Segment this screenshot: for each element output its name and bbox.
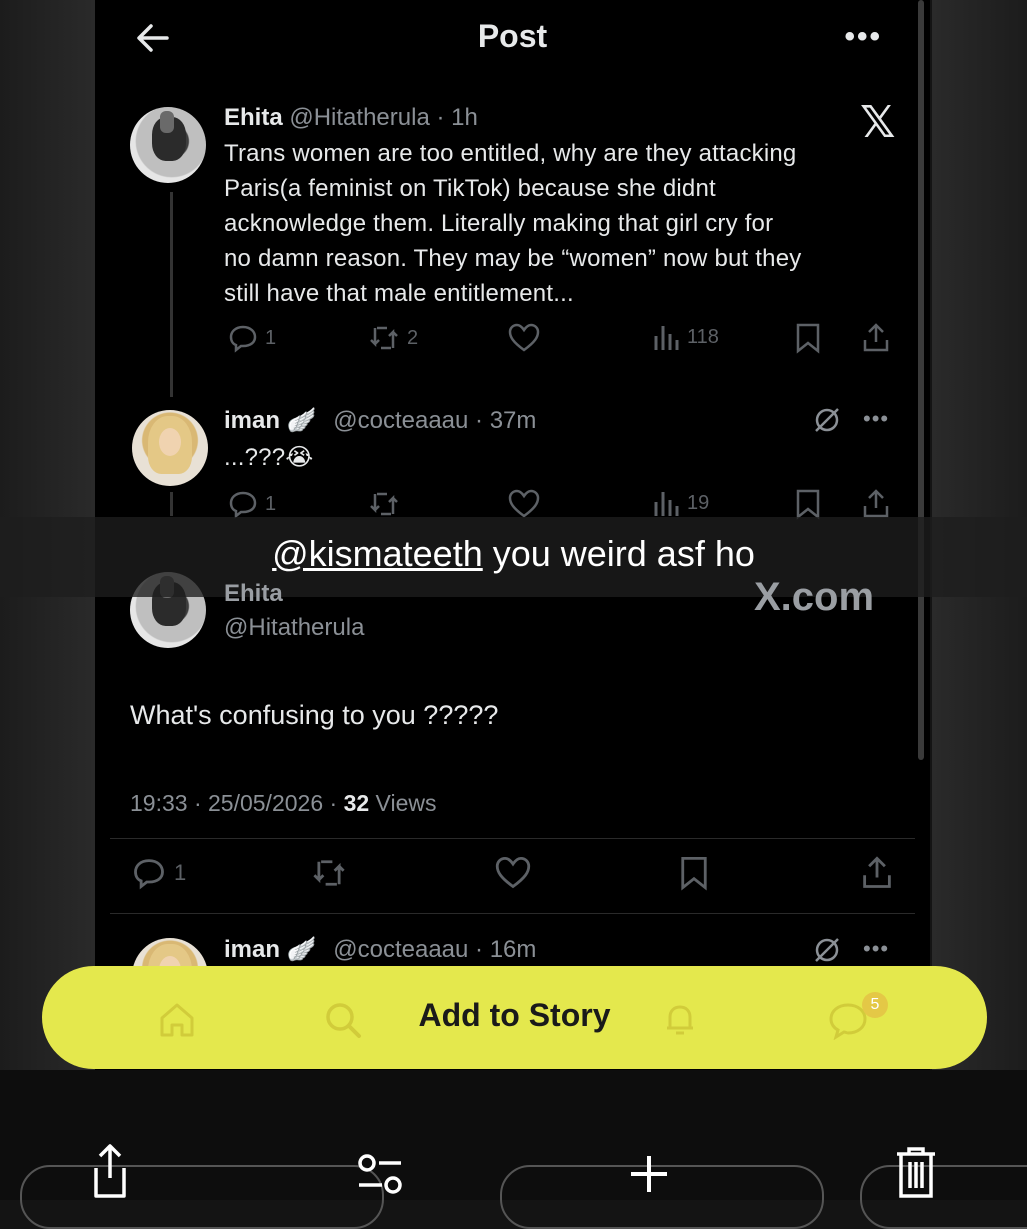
repost-icon[interactable]	[367, 488, 401, 520]
more-options-icon[interactable]: •••	[863, 936, 889, 962]
author-handle[interactable]: @Hitatherula	[224, 614, 364, 642]
post-text: ...???😭	[224, 444, 314, 471]
plus-icon[interactable]	[627, 1152, 671, 1196]
trash-icon[interactable]	[893, 1146, 939, 1200]
views-button[interactable]: 118	[651, 322, 719, 352]
share-icon[interactable]	[88, 1142, 132, 1200]
heart-icon[interactable]	[507, 488, 541, 520]
heart-icon	[508, 323, 540, 352]
bookmark-icon[interactable]	[679, 855, 709, 891]
wing-emoji: 🪽	[286, 936, 317, 963]
grok-icon[interactable]	[812, 935, 842, 965]
grok-icon[interactable]	[812, 405, 842, 435]
reply-header: iman 🪽 @cocteaaau · 16m	[224, 935, 536, 964]
author-handle[interactable]: @cocteaaau	[333, 407, 468, 434]
post-header: iman 🪽 @cocteaaau · 37m	[224, 406, 536, 435]
divider	[110, 913, 915, 914]
toolbar-pill	[860, 1165, 1027, 1229]
views-button[interactable]: 19	[651, 488, 709, 518]
main-author-name[interactable]: Ehita	[224, 580, 283, 608]
chat-badge: 5	[862, 992, 888, 1018]
add-to-story-bar[interactable]: Add to Story	[42, 966, 987, 1069]
reply-icon	[229, 491, 257, 519]
main-post-text: What's confusing to you ?????	[130, 700, 499, 730]
repost-icon	[370, 326, 398, 350]
toolbar-pill	[20, 1165, 384, 1229]
author-handle[interactable]: @cocteaaau	[333, 936, 468, 963]
bookmark-icon[interactable]	[795, 488, 821, 520]
reply-button[interactable]: 1	[227, 488, 276, 520]
share-icon[interactable]	[861, 488, 891, 520]
repost-button[interactable]: 2	[367, 322, 418, 354]
reply-icon	[134, 859, 164, 890]
x-com-watermark: X.com	[754, 575, 875, 619]
post-text: Trans women are too entitled, why are th…	[224, 140, 802, 307]
scrollbar[interactable]	[918, 0, 924, 760]
avatar[interactable]	[132, 410, 208, 486]
post-actions: 1 2 118	[95, 322, 930, 362]
reply-button[interactable]: 1	[130, 855, 186, 891]
adjust-icon[interactable]	[355, 1152, 405, 1198]
reply-button[interactable]: 1	[227, 322, 276, 354]
post-time: · 1h	[436, 104, 478, 131]
author-name[interactable]: iman	[224, 936, 280, 963]
views-icon	[654, 326, 679, 350]
author-name[interactable]: Ehita	[224, 104, 283, 131]
reply-icon	[229, 325, 257, 353]
caption-mention[interactable]: @kismateeth	[272, 533, 483, 574]
post-time: · 37m	[475, 407, 537, 434]
caption-text: @kismateeth you weird asf ho	[272, 533, 755, 574]
main-post-actions: 1	[95, 855, 930, 895]
crying-emoji: 😭	[285, 444, 314, 471]
share-icon[interactable]	[860, 855, 894, 891]
author-handle[interactable]: @Hitatherula	[289, 104, 429, 131]
post-timestamp: 19:33 · 25/05/2026 · 32 Views	[130, 790, 437, 816]
more-options-icon[interactable]: •••	[844, 20, 882, 54]
bell-icon[interactable]	[660, 1000, 700, 1040]
like-button[interactable]	[507, 322, 541, 354]
thread-line	[170, 192, 173, 397]
top-bar: Post •••	[95, 0, 930, 80]
share-icon[interactable]	[861, 322, 891, 354]
post-time: · 16m	[475, 936, 537, 963]
avatar[interactable]	[130, 107, 206, 183]
wing-emoji: 🪽	[286, 407, 317, 434]
heart-icon[interactable]	[493, 855, 533, 891]
views-icon	[654, 492, 679, 516]
post-header: Ehita @Hitatherula · 1h	[224, 104, 478, 132]
bookmark-icon[interactable]	[795, 322, 821, 354]
repost-icon[interactable]	[309, 855, 349, 891]
more-options-icon[interactable]: •••	[863, 406, 889, 432]
page-title: Post	[477, 18, 548, 54]
author-name[interactable]: iman	[224, 407, 280, 434]
divider	[110, 838, 915, 839]
